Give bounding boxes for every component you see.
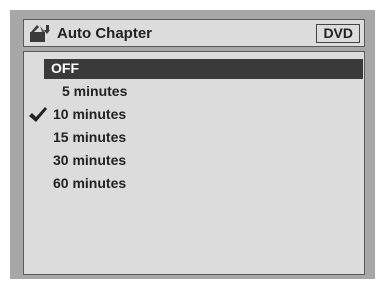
- page-title: Auto Chapter: [57, 25, 152, 42]
- options-list: OFF 5 minutes 10 minutes 15 minutes 30 m…: [23, 51, 365, 275]
- option-off[interactable]: OFF: [24, 59, 364, 79]
- option-30-minutes[interactable]: 30 minutes: [24, 151, 364, 171]
- option-label: 60 minutes: [53, 175, 127, 191]
- option-label: 30 minutes: [53, 152, 127, 168]
- disc-type-badge: DVD: [316, 24, 360, 43]
- menu-header: Auto Chapter DVD: [23, 19, 365, 47]
- menu-frame: Auto Chapter DVD OFF 5 minutes 10 minute…: [10, 10, 375, 279]
- option-60-minutes[interactable]: 60 minutes: [24, 174, 364, 194]
- selection-highlight: [44, 59, 363, 79]
- option-5-minutes[interactable]: 5 minutes: [24, 82, 364, 102]
- checkmark-icon: [29, 107, 47, 122]
- option-label: 15 minutes: [53, 129, 127, 145]
- option-15-minutes[interactable]: 15 minutes: [24, 128, 364, 148]
- option-label: 5 minutes: [62, 83, 128, 99]
- chapter-icon: [30, 25, 50, 42]
- option-10-minutes[interactable]: 10 minutes: [24, 105, 364, 125]
- option-label: OFF: [51, 60, 79, 76]
- option-label: 10 minutes: [53, 106, 127, 122]
